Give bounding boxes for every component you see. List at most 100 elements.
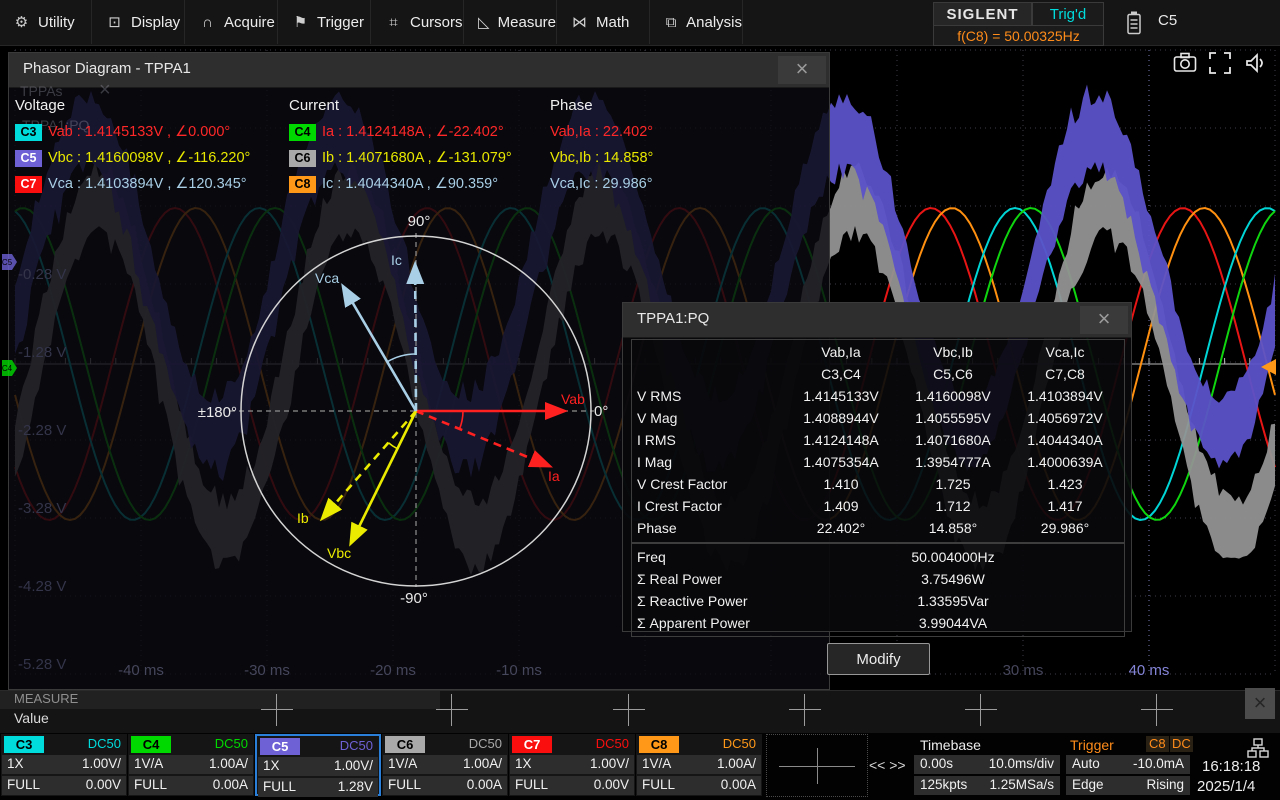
brand-logo: SIGLENT bbox=[933, 2, 1032, 26]
menu-utility[interactable]: ⚙Utility bbox=[0, 0, 92, 44]
measure-slot-crosshair[interactable] bbox=[965, 694, 997, 726]
measure-slot-crosshair[interactable] bbox=[1141, 694, 1173, 726]
readout-row: C5Vbc : 1.4160098V , ∠-116.220° bbox=[15, 145, 250, 171]
menu-acquire[interactable]: ∩Acquire bbox=[186, 0, 278, 44]
channel-badge-c3: C3 bbox=[4, 736, 44, 753]
readout-row: C7Vca : 1.4103894V , ∠120.345° bbox=[15, 171, 250, 197]
voltage-readout-column: VoltageC3Vab : 1.4145133V , ∠0.000°C5Vbc… bbox=[15, 97, 250, 197]
channel-box-c6[interactable]: C6DC501V/A1.00A/FULL0.00A bbox=[382, 734, 508, 796]
network-icon[interactable] bbox=[1247, 738, 1269, 758]
sound-icon[interactable] bbox=[1243, 51, 1267, 75]
menu-display[interactable]: ⊡Display bbox=[93, 0, 185, 44]
channel-badge-c8: C8 bbox=[639, 736, 679, 753]
channel-coupling: DC50 bbox=[88, 736, 121, 751]
timebase-row-delay: 0.00s10.0ms/div bbox=[914, 755, 1060, 774]
gear-icon: ⚙ bbox=[13, 13, 30, 31]
phasor-dialog-title: Phasor Diagram - TPPA1 bbox=[23, 60, 191, 77]
channel-scale-row: 1X1.00V/ bbox=[510, 755, 634, 774]
readout-text: Ia : 1.4124148A , ∠-22.402° bbox=[322, 124, 504, 140]
trigger-status-badge: Trig'd bbox=[1032, 2, 1104, 26]
camera-icon[interactable] bbox=[1173, 51, 1197, 75]
readout-text: Vab : 1.4145133V , ∠0.000° bbox=[48, 124, 230, 140]
readout-header: Current bbox=[289, 97, 512, 119]
readout-row: C4 Ia : 1.4124148A , ∠-22.402° bbox=[289, 119, 512, 145]
fullscreen-icon[interactable] bbox=[1208, 51, 1232, 75]
pq-row-label: V Crest Factor bbox=[635, 473, 785, 495]
measure-slot-crosshair[interactable] bbox=[436, 694, 468, 726]
trigger-row-mode: Auto-10.0mA bbox=[1066, 755, 1190, 774]
measure-title: MEASURE bbox=[14, 691, 78, 706]
pq-channel-pair: C7,C8 bbox=[1009, 363, 1121, 385]
display-action-icons bbox=[1173, 51, 1267, 75]
clock-date: 2025/1/4 bbox=[1197, 778, 1255, 795]
timebase-title: Timebase bbox=[920, 737, 981, 753]
channel-scale-row: 1V/A1.00A/ bbox=[637, 755, 761, 774]
pq-row-label: V RMS bbox=[635, 385, 785, 407]
channel-badge-c7: C7 bbox=[15, 176, 42, 193]
pq-summary-row: Σ Reactive Power1.33595Var bbox=[635, 590, 1121, 612]
pq-value: 1.725 bbox=[897, 473, 1009, 495]
pq-value: 1.4088944V bbox=[785, 407, 897, 429]
measure-close-button[interactable]: × bbox=[1245, 688, 1275, 719]
channel-offset-row: FULL1.28V bbox=[258, 778, 378, 797]
menu-label: Cursors bbox=[410, 14, 463, 31]
pq-value: 1.4075354A bbox=[785, 451, 897, 473]
pq-value: 22.402° bbox=[785, 517, 897, 539]
timebase-box[interactable]: Timebase 0.00s10.0ms/div 125kpts1.25MSa/… bbox=[912, 734, 1062, 796]
pq-table: Vab,IaVbc,IbVca,IcC3,C4C5,C6C7,C8V RMS1.… bbox=[635, 341, 1121, 539]
menu-label: Trigger bbox=[317, 14, 364, 31]
channel-box-c4[interactable]: C4DC501V/A1.00A/FULL0.00A bbox=[128, 734, 254, 796]
measure-slot-crosshair[interactable] bbox=[789, 694, 821, 726]
pq-summary: Freq50.004000HzΣ Real Power3.75496WΣ Rea… bbox=[635, 546, 1121, 634]
phasor-dialog-titlebar[interactable]: Phasor Diagram - TPPA1 × bbox=[9, 53, 829, 88]
menu-label: Analysis bbox=[686, 14, 742, 31]
frequency-counter: f(C8) = 50.00325Hz bbox=[933, 25, 1104, 46]
channel-scale-row: 1X1.00V/ bbox=[2, 755, 126, 774]
channel-box-c3[interactable]: C3 DC50 1X1.00V/FULL0.00V bbox=[1, 734, 127, 796]
pq-value: 1.4000639A bbox=[1009, 451, 1121, 473]
channel-badge-c4: C4 bbox=[289, 124, 316, 141]
trigger-flag-icon: ⚑ bbox=[292, 13, 309, 31]
pq-summary-label: Σ Real Power bbox=[637, 568, 722, 590]
battery-icon bbox=[1126, 11, 1142, 35]
pq-value: 1.712 bbox=[897, 495, 1009, 517]
channel-box-c5[interactable]: C5DC501X1.00V/FULL1.28V bbox=[255, 734, 381, 796]
channel-nav-arrows[interactable]: << >> bbox=[869, 757, 906, 773]
menu-math[interactable]: ⋈Math bbox=[558, 0, 650, 44]
readout-text: Ic : 1.4044340A , ∠90.359° bbox=[322, 176, 498, 192]
add-crosshair-icon bbox=[779, 748, 855, 784]
empty-slot-box[interactable] bbox=[766, 734, 868, 797]
measure-slot-crosshair[interactable] bbox=[261, 694, 293, 726]
trigger-box[interactable]: Trigger C8 DC Auto-10.0mA EdgeRising bbox=[1064, 734, 1192, 796]
menu-measure[interactable]: ◺Measure bbox=[465, 0, 557, 44]
active-channel-indicator[interactable]: C5 bbox=[1158, 12, 1177, 29]
measure-slot-crosshair[interactable] bbox=[613, 694, 645, 726]
menu-analysis[interactable]: ⧉Analysis bbox=[651, 0, 743, 44]
channel-box-c7[interactable]: C7DC501X1.00V/FULL0.00V bbox=[509, 734, 635, 796]
menu-trigger[interactable]: ⚑ Trigger bbox=[279, 0, 371, 44]
pq-row-label: I Crest Factor bbox=[635, 495, 785, 517]
channel-offset-row: FULL0.00V bbox=[2, 776, 126, 795]
readout-text: Vab,Ia : 22.402° bbox=[550, 124, 653, 140]
pq-dialog-title: TPPA1:PQ bbox=[637, 310, 709, 327]
trigger-title: Trigger bbox=[1070, 737, 1114, 753]
readout-row: Vca,Ic : 29.986° bbox=[550, 171, 653, 197]
channel-coupling: DC50 bbox=[340, 738, 373, 753]
pq-value: 1.3954777A bbox=[897, 451, 1009, 473]
menu-label: Acquire bbox=[224, 14, 275, 31]
readout-header: Phase bbox=[550, 97, 653, 119]
modify-button[interactable]: Modify bbox=[827, 643, 930, 675]
pq-value: 1.4124148A bbox=[785, 429, 897, 451]
pq-channel-pair: C3,C4 bbox=[785, 363, 897, 385]
pq-cell bbox=[635, 341, 785, 363]
pq-column-header: Vab,Ia bbox=[785, 341, 897, 363]
pq-dialog-titlebar[interactable]: TPPA1:PQ × bbox=[623, 303, 1131, 338]
channel-badge-c5: C5 bbox=[260, 738, 300, 755]
menu-label: Display bbox=[131, 14, 180, 31]
menu-cursors[interactable]: ⌗Cursors bbox=[372, 0, 464, 44]
channel-box-c8[interactable]: C8DC501V/A1.00A/FULL0.00A bbox=[636, 734, 762, 796]
brand-text: SIGLENT bbox=[946, 6, 1018, 23]
pq-column-header: Vbc,Ib bbox=[897, 341, 1009, 363]
phasor-dialog-close-button[interactable]: × bbox=[778, 56, 826, 84]
pq-dialog-close-button[interactable]: × bbox=[1080, 306, 1128, 334]
